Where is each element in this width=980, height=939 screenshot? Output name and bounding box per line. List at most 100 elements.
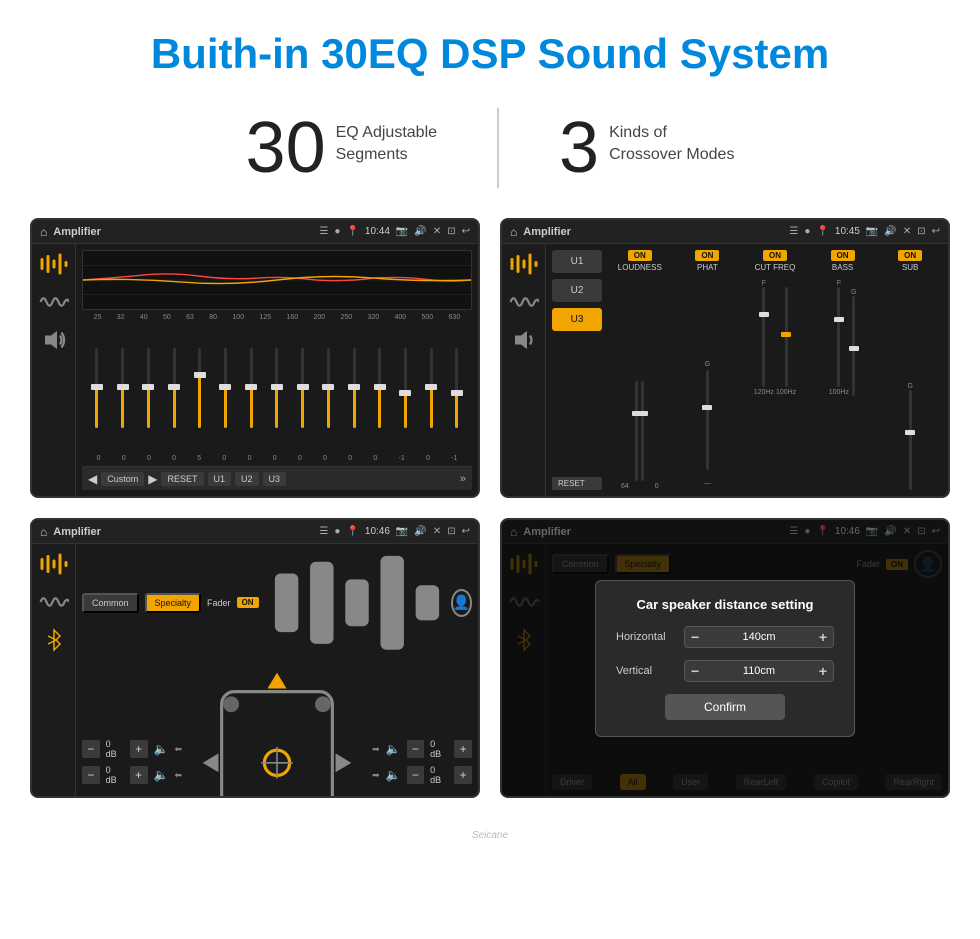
horizontal-minus[interactable]: − — [691, 629, 699, 645]
right-minus2[interactable]: − — [407, 766, 425, 784]
right-plus2[interactable]: + — [454, 766, 472, 784]
home-icon3[interactable]: ⌂ — [40, 525, 47, 539]
fader-7[interactable] — [250, 338, 253, 438]
phat-on[interactable]: ON — [695, 250, 719, 261]
camera-icon2[interactable]: 📷 — [866, 226, 878, 237]
fader-13[interactable] — [404, 338, 407, 438]
screen3-body: Common Specialty Fader ON 👤 — [32, 544, 478, 796]
right-plus1[interactable]: + — [454, 740, 472, 758]
prev-button[interactable]: ◀ — [88, 472, 97, 486]
loudness-fader1[interactable] — [635, 361, 638, 481]
eq-graph — [82, 250, 472, 310]
wave-sidebar-icon[interactable] — [39, 290, 69, 314]
expand-icon[interactable]: » — [460, 473, 466, 485]
fader-6[interactable] — [224, 338, 227, 438]
sub-on[interactable]: ON — [898, 250, 922, 261]
custom-button[interactable]: Custom — [101, 472, 144, 486]
volume-sidebar-icon[interactable] — [39, 328, 69, 352]
fader-11[interactable] — [353, 338, 356, 438]
u2-button[interactable]: U2 — [235, 472, 259, 486]
bass-fader2[interactable]: G — [851, 276, 856, 396]
close-icon3[interactable]: ✕ — [433, 526, 441, 537]
left-minus2[interactable]: − — [82, 766, 100, 784]
volume-sidebar-icon2[interactable] — [509, 328, 539, 352]
bass-fader1[interactable]: F 100Hz — [829, 276, 849, 396]
next-button[interactable]: ▶ — [148, 472, 157, 486]
cutfreq-on[interactable]: ON — [763, 250, 787, 261]
u3-preset[interactable]: U3 — [552, 308, 602, 331]
fader-8[interactable] — [275, 338, 278, 438]
u3-button[interactable]: U3 — [263, 472, 287, 486]
window-icon2[interactable]: ⊡ — [917, 226, 925, 237]
back-icon3[interactable]: ↩ — [462, 526, 470, 537]
sub-fader1[interactable]: G — [907, 370, 912, 490]
left-plus2[interactable]: + — [130, 766, 148, 784]
volume-icon2[interactable]: 🔊 — [884, 226, 896, 237]
vertical-plus[interactable]: + — [819, 663, 827, 679]
menu-icon3[interactable]: ☰ — [319, 526, 328, 537]
page-title: Buith-in 30EQ DSP Sound System — [0, 0, 980, 98]
freq-400: 400 — [395, 314, 407, 321]
camera-icon[interactable]: 📷 — [396, 226, 408, 237]
spec-top-bar: Common Specialty Fader ON 👤 — [82, 550, 472, 656]
fader-15[interactable] — [455, 338, 458, 438]
eq-sidebar-icon[interactable] — [39, 252, 69, 276]
fader-3[interactable] — [147, 338, 150, 438]
u1-button[interactable]: U1 — [208, 472, 232, 486]
profile-icon[interactable]: 👤 — [451, 589, 472, 617]
close-icon2[interactable]: ✕ — [903, 226, 911, 237]
phat-fader1[interactable]: G — [705, 350, 710, 470]
fader-5[interactable] — [198, 338, 201, 438]
screen-distance: ⌂ Amplifier ☰ ● 📍 10:46 📷 🔊 ✕ ⊡ ↩ — [500, 518, 950, 798]
specialty-tab[interactable]: Specialty — [145, 593, 202, 613]
cutfreq-fader1[interactable]: F 120Hz — [754, 276, 774, 396]
loudness-on[interactable]: ON — [628, 250, 652, 261]
cutfreq-label: CUT FREQ — [755, 263, 796, 272]
fader-4[interactable] — [173, 338, 176, 438]
horizontal-plus[interactable]: + — [819, 629, 827, 645]
back-icon[interactable]: ↩ — [462, 226, 470, 237]
close-icon[interactable]: ✕ — [433, 226, 441, 237]
wave-sidebar-icon2[interactable] — [509, 290, 539, 314]
bluetooth-sidebar-icon3[interactable] — [39, 628, 69, 652]
fader-10[interactable] — [327, 338, 330, 438]
u1-preset[interactable]: U1 — [552, 250, 602, 273]
reset-button[interactable]: RESET — [161, 472, 203, 486]
camera-icon3[interactable]: 📷 — [396, 526, 408, 537]
window-icon3[interactable]: ⊡ — [447, 526, 455, 537]
speaker-icon-right2b: 🔈 — [386, 768, 401, 782]
vertical-minus[interactable]: − — [691, 663, 699, 679]
right-minus1[interactable]: − — [407, 740, 425, 758]
eq-sidebar-icon3[interactable] — [39, 552, 69, 576]
eq-sidebar-icon2[interactable] — [509, 252, 539, 276]
common-tab[interactable]: Common — [82, 593, 139, 613]
fader-1[interactable] — [95, 338, 98, 438]
menu-icon[interactable]: ☰ — [319, 226, 328, 237]
wave-sidebar-icon3[interactable] — [39, 590, 69, 614]
home-icon[interactable]: ⌂ — [40, 225, 47, 239]
channel-loudness: ON LOUDNESS — [608, 250, 672, 490]
window-icon[interactable]: ⊡ — [447, 226, 455, 237]
u2-preset[interactable]: U2 — [552, 279, 602, 302]
fader-2[interactable] — [121, 338, 124, 438]
confirm-button[interactable]: Confirm — [665, 694, 785, 720]
crossover-main-content: U1 U2 U3 RESET ON LOUDNESS — [546, 244, 948, 496]
fader-12[interactable] — [378, 338, 381, 438]
cutfreq-fader2[interactable]: 100Hz — [776, 276, 796, 396]
screen1-topbar: ⌂ Amplifier ☰ ● 📍 10:44 📷 🔊 ✕ ⊡ ↩ — [32, 220, 478, 244]
loudness-fader2[interactable] — [641, 361, 644, 481]
left-plus1[interactable]: + — [130, 740, 148, 758]
crossover-reset[interactable]: RESET — [552, 477, 602, 490]
menu-icon2[interactable]: ☰ — [789, 226, 798, 237]
bass-on[interactable]: ON — [831, 250, 855, 261]
speaker-icon-left2b: ⬅ — [174, 770, 182, 781]
fader-14[interactable] — [430, 338, 433, 438]
fader-9[interactable] — [301, 338, 304, 438]
left-minus1[interactable]: − — [82, 740, 100, 758]
volume-icon3[interactable]: 🔊 — [414, 526, 426, 537]
specialty-main-content: Common Specialty Fader ON 👤 — [76, 544, 478, 796]
volume-icon[interactable]: 🔊 — [414, 226, 426, 237]
back-icon2[interactable]: ↩ — [932, 226, 940, 237]
home-icon2[interactable]: ⌂ — [510, 225, 517, 239]
freq-125: 125 — [259, 314, 271, 321]
